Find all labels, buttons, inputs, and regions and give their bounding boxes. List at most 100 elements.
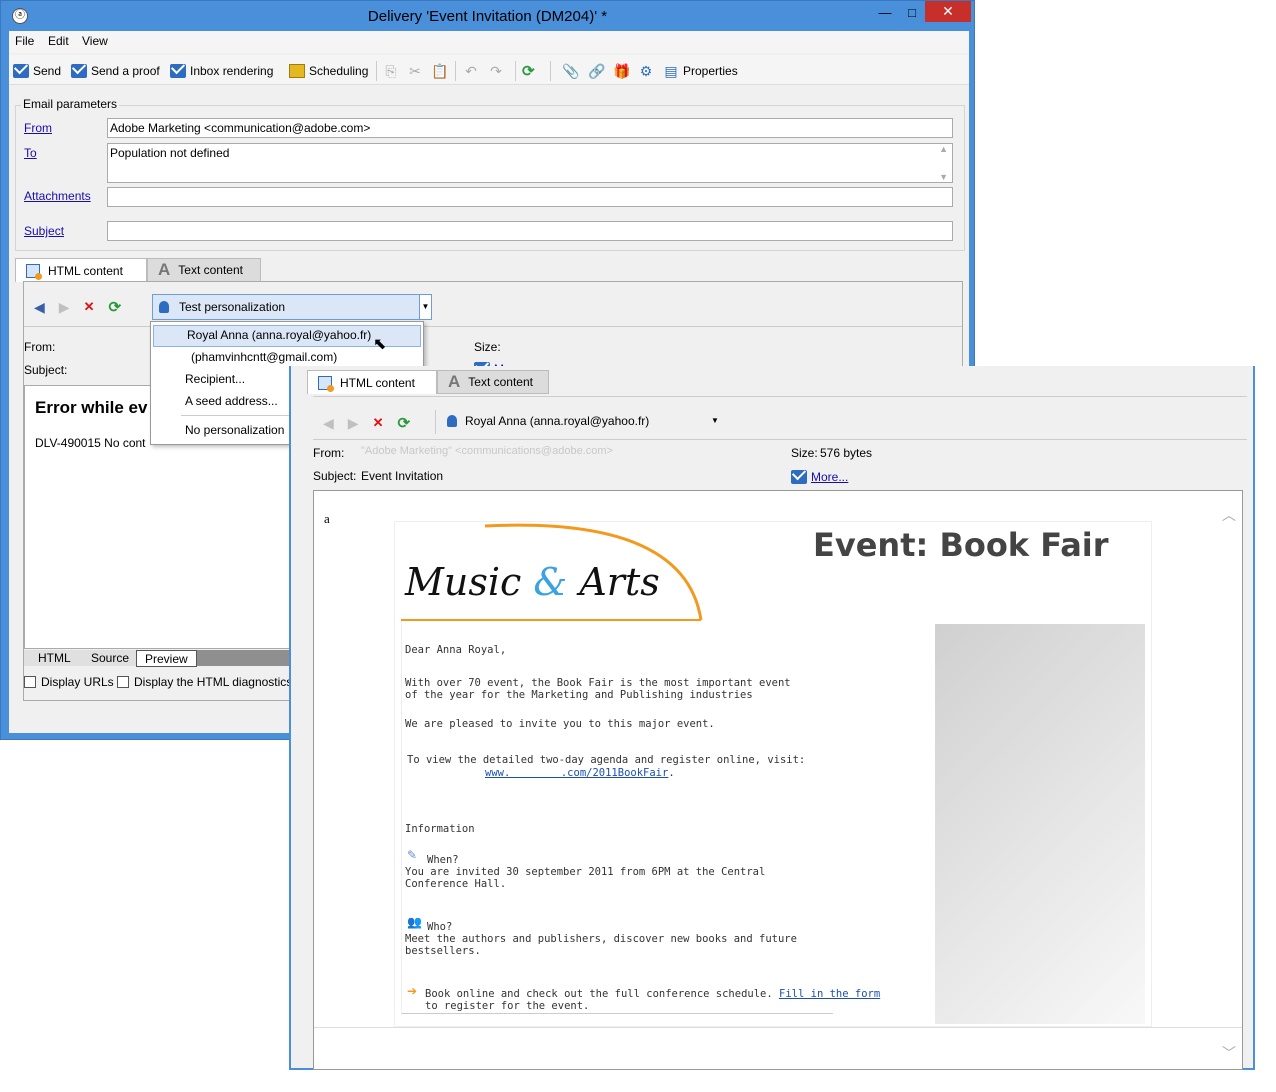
title-bar[interactable]: ⓐ Delivery 'Event Invitation (DM204)' * … <box>2 2 973 30</box>
more-link-2[interactable]: More... <box>791 470 848 484</box>
error-title: Error while ev <box>35 398 148 417</box>
copy-icon: ⎘ <box>385 62 397 79</box>
forward-arrow-icon[interactable]: ▶ <box>348 415 359 432</box>
refresh-icon[interactable]: ⟳ <box>108 298 121 316</box>
redo-button[interactable]: ↷ <box>488 61 504 81</box>
display-html-diagnostics-checkbox[interactable]: Display the HTML diagnostics <box>117 675 292 689</box>
back-arrow-icon[interactable]: ◀ <box>323 415 334 432</box>
tab-text-content-2[interactable]: A Text content <box>437 370 549 394</box>
to-link[interactable]: To <box>24 146 37 160</box>
preview-toolbar: ◀ ▶ ✕ ⟳ <box>34 298 121 317</box>
side-image <box>935 624 1145 1024</box>
paragraph-1: With over 70 event, the Book Fair is the… <box>405 677 791 701</box>
dropdown-item-no-personalization[interactable]: No personalization <box>185 420 284 440</box>
from-field[interactable]: Adobe Marketing <communication@adobe.com… <box>107 118 953 138</box>
offer-button[interactable]: 🎁 <box>613 61 631 81</box>
tab-html-content-2[interactable]: HTML content <box>307 370 437 394</box>
subject-link[interactable]: Subject <box>24 224 64 238</box>
dropdown-item-phamvinh[interactable]: (phamvinhcntt@gmail.com) <box>191 347 337 367</box>
personalization-value-2: Royal Anna (anna.royal@yahoo.fr) <box>465 414 650 428</box>
error-message: DLV-490015 No cont <box>35 436 146 450</box>
undo-button[interactable]: ↶ <box>463 61 479 81</box>
attachments-field[interactable] <box>107 187 953 207</box>
toolbar-separator <box>376 61 377 81</box>
mail-icon <box>791 470 807 484</box>
preview-letter: a <box>324 511 330 526</box>
attachment-button[interactable]: 📎 <box>562 61 580 81</box>
link-button[interactable]: 🔗 <box>588 61 605 81</box>
dropdown-item-recipient[interactable]: Recipient... <box>185 369 245 389</box>
audit-button[interactable]: ⚙ <box>638 61 654 81</box>
tab-text-content[interactable]: A Text content <box>147 258 261 282</box>
menu-file[interactable]: File <box>15 34 34 48</box>
refresh-icon[interactable]: ⟳ <box>397 414 410 432</box>
close-button[interactable]: ✕ <box>925 1 971 22</box>
undo-icon: ↶ <box>465 62 477 79</box>
send-proof-icon <box>71 64 87 78</box>
menu-edit[interactable]: Edit <box>48 34 69 48</box>
tab-html[interactable]: HTML <box>24 650 86 666</box>
send-button[interactable]: Send <box>13 61 61 81</box>
scroll-up-icon[interactable]: ▲ <box>939 144 948 154</box>
minimize-button[interactable]: — <box>872 3 898 23</box>
tab-preview[interactable]: Preview <box>136 650 197 667</box>
who-text: Meet the authors and publishers, discove… <box>405 933 797 957</box>
to-field-value: Population not defined <box>110 146 230 160</box>
paste-button[interactable]: 📋 <box>431 61 448 81</box>
calendar-icon <box>289 64 305 78</box>
dropdown-item-seed-address[interactable]: A seed address... <box>185 391 278 411</box>
properties-button[interactable]: ▤ Properties <box>663 61 738 81</box>
subject-field[interactable] <box>107 221 953 241</box>
scroll-up-icon[interactable]: ︿ <box>1222 505 1236 525</box>
from-preview-label: From: <box>24 340 56 354</box>
display-html-diagnostics-label: Display the HTML diagnostics <box>134 675 293 689</box>
scheduling-button[interactable]: Scheduling <box>289 61 368 81</box>
personalization-select[interactable]: Test personalization ▼ <box>152 294 432 320</box>
back-arrow-icon[interactable]: ◀ <box>34 299 45 316</box>
bottom-tab-strip: HTML Source Preview <box>24 650 294 667</box>
size-label-2: Size: <box>791 446 818 460</box>
paperclip-icon: 📎 <box>562 62 580 79</box>
music-arts-logo: Music & Arts <box>405 560 660 604</box>
from-link[interactable]: From <box>24 121 52 135</box>
chevron-down-icon[interactable]: ▼ <box>419 295 431 319</box>
copy-button[interactable]: ⎘ <box>383 61 399 81</box>
display-urls-checkbox[interactable]: Display URLs <box>24 675 114 689</box>
greeting: Dear Anna Royal, <box>405 644 507 656</box>
attachments-link[interactable]: Attachments <box>24 189 91 203</box>
preview-window: HTML content A Text content ◀ ▶ ✕ ⟳ Royal… <box>289 366 1255 1070</box>
send-proof-button[interactable]: Send a proof <box>71 61 160 81</box>
fill-form-link[interactable]: Fill in the form <box>779 988 880 1000</box>
scroll-down-icon[interactable]: ﹀ <box>1222 1043 1236 1063</box>
info-title: Information <box>405 823 475 835</box>
to-field[interactable]: Population not defined ▲ ▼ <box>107 143 953 183</box>
person-icon <box>447 415 457 427</box>
email-parameters-title: Email parameters <box>21 97 120 111</box>
properties-icon: ▤ <box>664 62 678 79</box>
stop-icon[interactable]: ✕ <box>373 415 384 431</box>
scroll-down-icon[interactable]: ▼ <box>939 172 948 182</box>
personalization-select-2[interactable]: Royal Anna (anna.royal@yahoo.fr) <box>447 414 649 428</box>
agenda-url[interactable]: www. .com/2011BookFair. <box>485 767 675 779</box>
stop-icon[interactable]: ✕ <box>84 299 95 315</box>
menu-view[interactable]: View <box>82 34 108 48</box>
tab-html-label-2: HTML content <box>340 375 415 390</box>
register-text: to register for the event. <box>425 1000 590 1012</box>
inbox-rendering-button[interactable]: Inbox rendering <box>170 61 273 81</box>
cut-button[interactable]: ✂ <box>407 61 423 81</box>
book-online-sentence: Book online and check out the full confe… <box>425 988 773 1000</box>
redo-icon: ↷ <box>490 62 502 79</box>
properties-label: Properties <box>683 64 738 78</box>
email-preview-pane: a ︿ ﹀ Music & Arts Event: Book Fair Dear… <box>313 490 1243 1070</box>
refresh-button[interactable]: ⟳ <box>522 61 535 81</box>
tab-source[interactable]: Source <box>81 650 141 666</box>
tab-html-content[interactable]: HTML content <box>15 258 147 282</box>
dropdown-item-royal-anna[interactable]: Royal Anna (anna.royal@yahoo.fr) <box>187 325 371 345</box>
chevron-down-icon[interactable]: ▼ <box>711 416 719 425</box>
cut-icon: ✂ <box>409 62 421 79</box>
forward-arrow-icon[interactable]: ▶ <box>59 299 70 316</box>
toolbar-separator <box>455 61 456 81</box>
send-proof-label: Send a proof <box>91 64 160 78</box>
gift-icon: 🎁 <box>613 62 631 79</box>
maximize-button[interactable]: □ <box>899 3 925 23</box>
